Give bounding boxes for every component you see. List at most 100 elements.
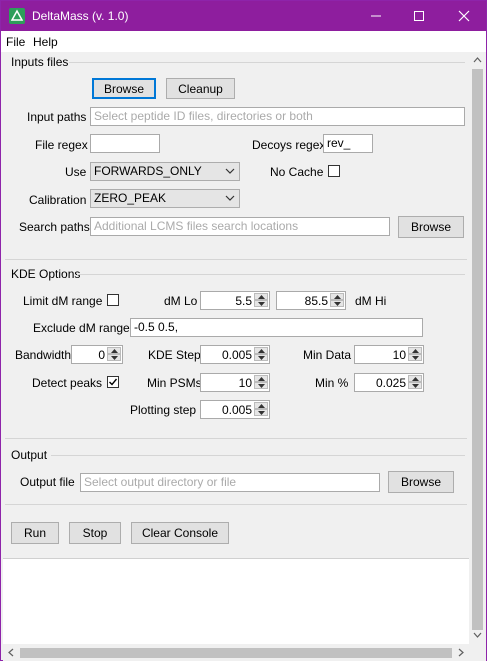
output-file-placeholder: Select output directory or file: [84, 475, 237, 489]
plotting-step-value: 0.005: [221, 403, 252, 417]
scroll-right-icon[interactable]: [452, 644, 469, 661]
dm-hi-value: 85.5: [304, 294, 328, 308]
search-paths-field[interactable]: Additional LCMS files search locations: [90, 217, 390, 236]
exclude-dm-field[interactable]: -0.5 0.5,: [130, 318, 423, 337]
no-cache-label: No Cache: [270, 165, 324, 179]
output-file-label: Output file: [20, 475, 75, 489]
divider: [5, 438, 467, 439]
plotting-step-spinner[interactable]: 0.005: [200, 400, 270, 419]
output-section-divider: [51, 455, 465, 456]
window-title: DeltaMass (v. 1.0): [32, 9, 129, 23]
kde-section-title: KDE Options: [11, 267, 81, 281]
spin-down-icon[interactable]: [107, 354, 121, 361]
stop-button[interactable]: Stop: [69, 522, 121, 544]
kde-step-label: KDE Step: [148, 348, 201, 362]
menu-bar: File Help: [1, 31, 486, 52]
divider: [5, 259, 467, 260]
file-regex-label: File regex: [35, 138, 88, 152]
main-window: DeltaMass (v. 1.0) File Help Inputs file…: [0, 0, 487, 661]
output-browse-button[interactable]: Browse: [388, 471, 454, 493]
console-output[interactable]: [3, 558, 469, 645]
detect-peaks-checkbox[interactable]: [107, 376, 119, 388]
inputs-section-divider: [69, 62, 465, 63]
scroll-left-icon[interactable]: [3, 644, 20, 661]
close-button[interactable]: [444, 1, 484, 31]
minimize-button[interactable]: [356, 1, 396, 31]
spin-up-icon[interactable]: [254, 402, 268, 409]
min-psms-label: Min PSMs: [147, 376, 202, 390]
spin-up-icon[interactable]: [254, 293, 268, 300]
spin-up-icon[interactable]: [254, 347, 268, 354]
spin-up-icon[interactable]: [107, 347, 121, 354]
spin-down-icon[interactable]: [254, 409, 268, 416]
use-select-value: FORWARDS_ONLY: [94, 164, 202, 178]
spin-down-icon[interactable]: [254, 382, 268, 389]
maximize-icon: [414, 11, 424, 21]
spin-up-icon[interactable]: [408, 347, 422, 354]
min-percent-spinner[interactable]: 0.025: [354, 373, 424, 392]
run-button[interactable]: Run: [11, 522, 59, 544]
min-psms-value: 10: [238, 376, 252, 390]
vertical-scroll-thumb[interactable]: [472, 69, 483, 630]
no-cache-checkbox[interactable]: [328, 165, 340, 177]
use-select[interactable]: FORWARDS_ONLY: [90, 162, 240, 181]
exclude-dm-label: Exclude dM ranges: [33, 321, 136, 335]
min-data-spinner[interactable]: 10: [354, 345, 424, 364]
spin-up-icon[interactable]: [330, 293, 344, 300]
bandwidth-spinner[interactable]: 0: [71, 345, 123, 364]
calibration-select-value: ZERO_PEAK: [94, 191, 167, 205]
minimize-icon: [371, 15, 381, 17]
use-label: Use: [65, 165, 87, 179]
decoys-regex-field[interactable]: rev_: [323, 134, 373, 153]
decoys-regex-label: Decoys regex: [252, 138, 326, 152]
search-paths-browse-button[interactable]: Browse: [398, 216, 464, 238]
divider: [5, 504, 467, 505]
min-psms-spinner[interactable]: 10: [200, 373, 270, 392]
dm-hi-spinner[interactable]: 85.5: [276, 291, 346, 310]
output-file-field[interactable]: Select output directory or file: [80, 473, 380, 492]
bandwidth-value: 0: [98, 348, 105, 362]
file-regex-field[interactable]: [90, 134, 160, 153]
menu-file[interactable]: File: [6, 35, 25, 49]
limit-dm-checkbox[interactable]: [107, 294, 119, 306]
horizontal-scroll-thumb[interactable]: [20, 648, 452, 658]
input-paths-field[interactable]: Select peptide ID files, directories or …: [90, 107, 465, 126]
spin-up-icon[interactable]: [254, 375, 268, 382]
maximize-button[interactable]: [399, 1, 439, 31]
input-paths-label: Input paths: [27, 110, 87, 124]
clear-console-button[interactable]: Clear Console: [131, 522, 229, 544]
detect-peaks-label: Detect peaks: [32, 376, 103, 390]
search-paths-label: Search paths: [19, 220, 90, 234]
spin-down-icon[interactable]: [408, 354, 422, 361]
input-browse-button[interactable]: Browse: [92, 78, 156, 99]
menu-help[interactable]: Help: [33, 35, 58, 49]
search-paths-placeholder: Additional LCMS files search locations: [94, 219, 299, 233]
dm-lo-value: 5.5: [235, 294, 252, 308]
kde-step-spinner[interactable]: 0.005: [200, 345, 270, 364]
spin-up-icon[interactable]: [408, 375, 422, 382]
input-paths-placeholder: Select peptide ID files, directories or …: [94, 109, 313, 123]
plotting-step-label: Plotting step: [130, 403, 197, 417]
spin-down-icon[interactable]: [330, 300, 344, 307]
cleanup-button[interactable]: Cleanup: [166, 78, 235, 99]
calibration-select[interactable]: ZERO_PEAK: [90, 189, 240, 208]
spin-down-icon[interactable]: [408, 382, 422, 389]
scroll-up-icon[interactable]: [469, 52, 486, 69]
min-percent-label: Min %: [315, 376, 349, 390]
dm-hi-label: dM Hi: [355, 294, 387, 308]
spin-down-icon[interactable]: [254, 300, 268, 307]
kde-step-value: 0.005: [221, 348, 252, 362]
chevron-down-icon: [225, 168, 235, 174]
dm-lo-spinner[interactable]: 5.5: [200, 291, 270, 310]
close-icon: [458, 10, 470, 22]
bandwidth-label: Bandwidth: [15, 348, 72, 362]
min-data-label: Min Data: [303, 348, 352, 362]
inputs-section-title: Inputs files: [11, 55, 69, 69]
spin-down-icon[interactable]: [254, 354, 268, 361]
dm-lo-label: dM Lo: [164, 294, 198, 308]
output-section-title: Output: [11, 448, 48, 462]
title-bar[interactable]: DeltaMass (v. 1.0): [1, 1, 486, 31]
scrollbar-corner: [469, 644, 486, 661]
kde-section-divider: [77, 274, 465, 275]
min-data-value: 10: [392, 348, 406, 362]
